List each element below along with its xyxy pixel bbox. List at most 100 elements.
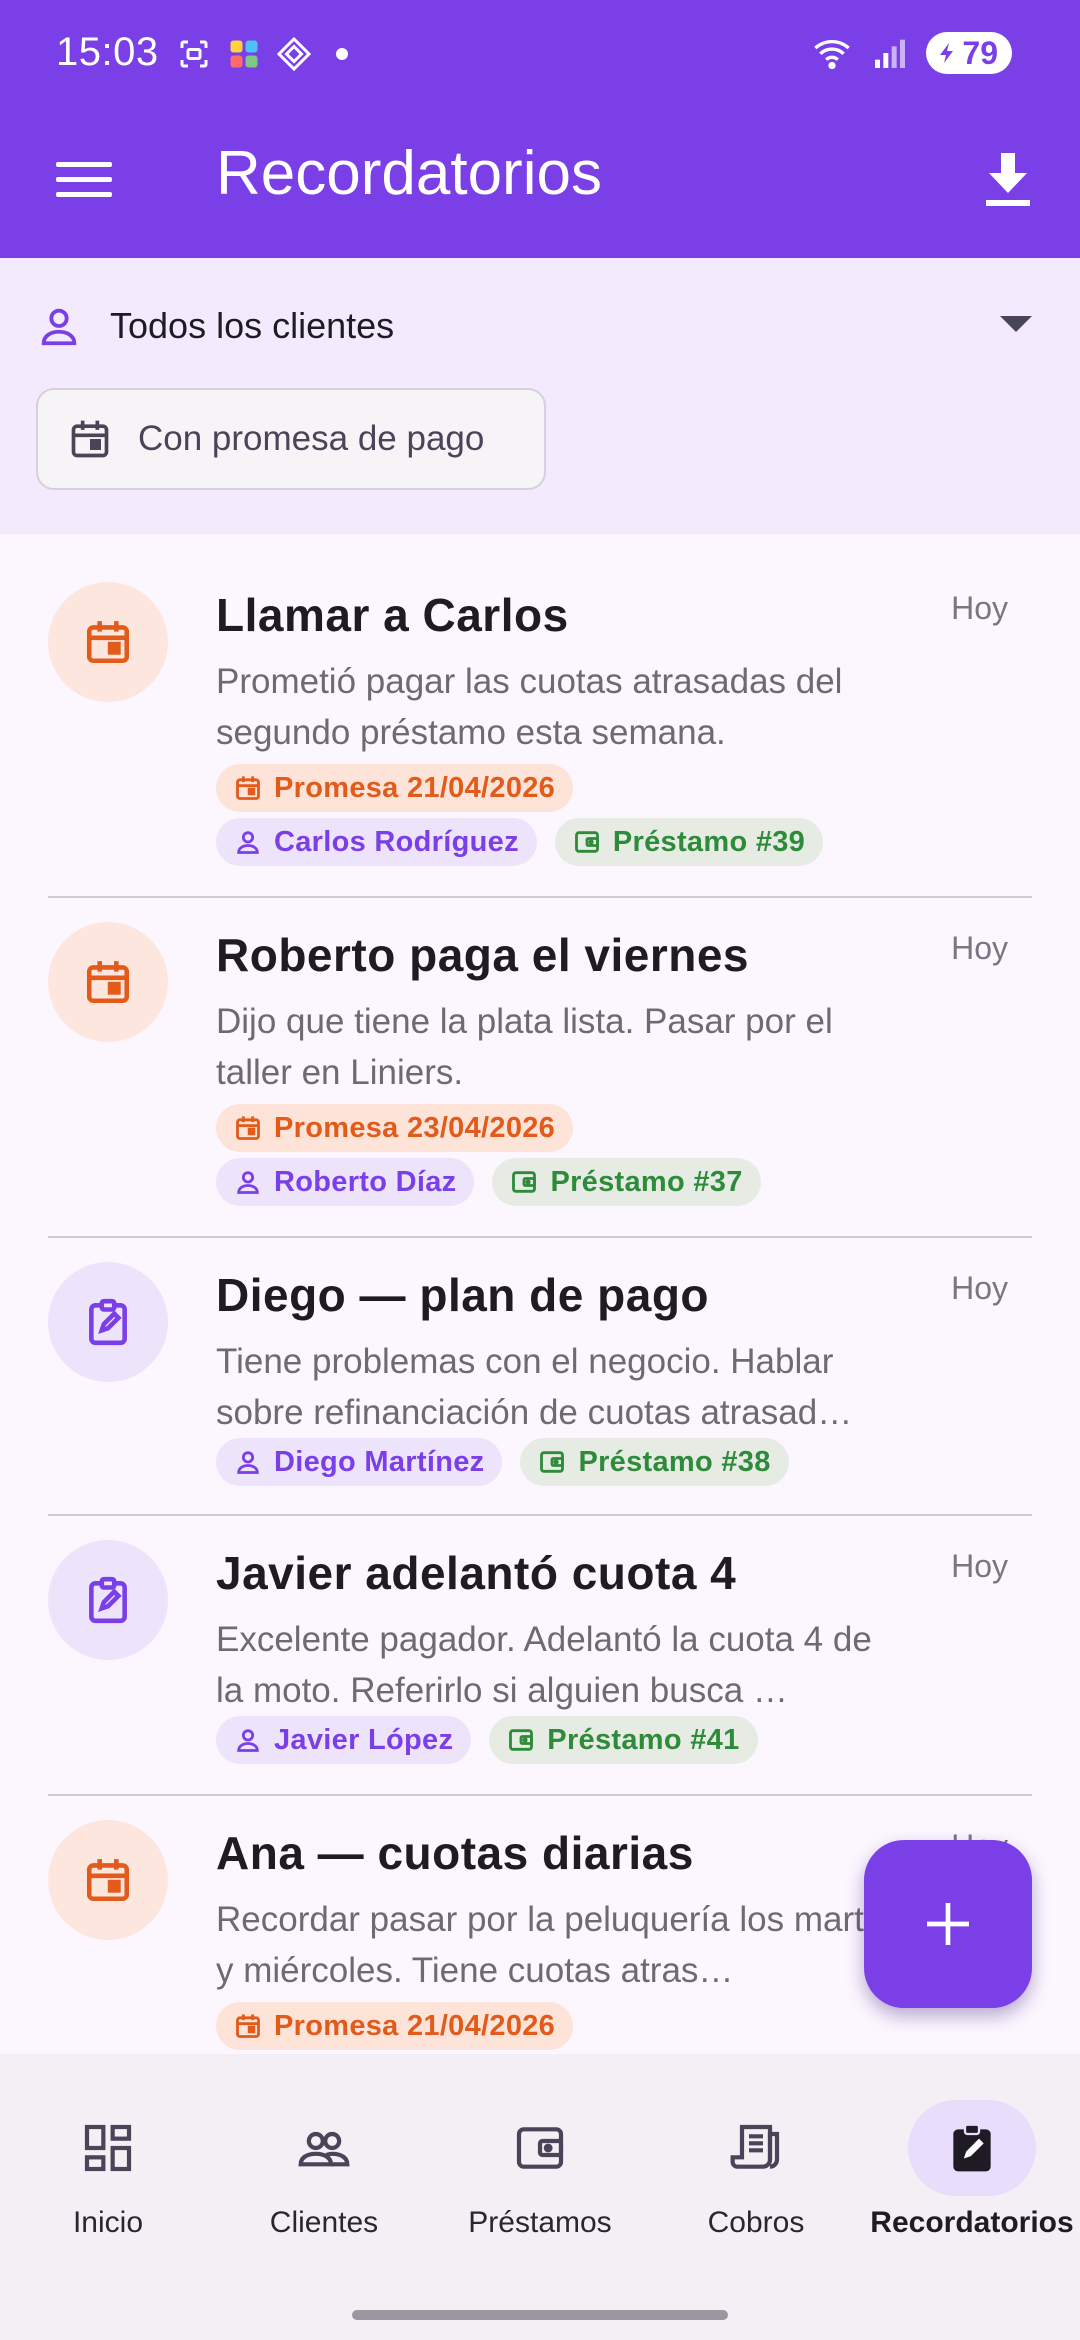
calendar-icon bbox=[71, 420, 109, 458]
promise-tag: Promesa 21/04/2026 bbox=[216, 2002, 574, 2050]
receipt-icon bbox=[692, 2100, 820, 2196]
reminder-description: Recordar pasar por la peluquería los mar… bbox=[216, 1900, 901, 1990]
reminder-date: Hoy bbox=[951, 930, 1008, 966]
screenshot-icon bbox=[180, 40, 208, 68]
nav-label: Préstamos bbox=[468, 2206, 612, 2239]
nav-label: Recordatorios bbox=[870, 2206, 1074, 2239]
diamond-icon bbox=[276, 36, 312, 72]
person-icon bbox=[237, 1451, 259, 1474]
reminder-date: Hoy bbox=[951, 1548, 1008, 1584]
reminder-avatar bbox=[48, 1540, 168, 1660]
status-system-icons: 79 bbox=[810, 32, 1012, 74]
wifi-icon bbox=[814, 40, 851, 70]
reminder-tags: Promesa 21/04/2026 bbox=[216, 2002, 574, 2050]
wallet-icon bbox=[540, 1451, 565, 1473]
reminder-avatar bbox=[48, 1262, 168, 1382]
reminder-title: Diego — plan de pago bbox=[216, 1269, 710, 1321]
person-icon bbox=[237, 1729, 259, 1752]
reminder-list: Llamar a Carlos Hoy Prometió pagar las c… bbox=[0, 534, 1080, 2054]
nav-label: Clientes bbox=[269, 2206, 379, 2239]
charging-bolt-icon bbox=[940, 43, 954, 63]
page-title: Recordatorios bbox=[216, 139, 602, 208]
client-tag[interactable]: Javier López bbox=[216, 1716, 472, 1764]
nav-item-inicio[interactable]: Inicio bbox=[0, 2054, 216, 2274]
dashboard-icon bbox=[44, 2100, 172, 2196]
wallet-icon bbox=[512, 1171, 537, 1193]
client-tag[interactable]: Carlos Rodríguez bbox=[216, 818, 537, 866]
wallet-icon bbox=[476, 2100, 604, 2196]
nav-label: Cobros bbox=[707, 2206, 805, 2239]
calendar-icon bbox=[236, 776, 260, 800]
status-bar: 15:03 79 bbox=[0, 0, 1080, 110]
loan-tag[interactable]: Préstamo #39 bbox=[554, 818, 824, 866]
calendar-icon bbox=[86, 621, 130, 664]
reminder-avatar bbox=[48, 922, 168, 1042]
download-icon bbox=[986, 153, 1030, 206]
signal-icon bbox=[875, 39, 906, 68]
reminder-description: Tiene problemas con el negocio. Hablar s… bbox=[216, 1342, 853, 1432]
reminder-title: Roberto paga el viernes bbox=[216, 929, 749, 981]
reminder-date: Hoy bbox=[951, 1270, 1008, 1306]
reminder-item[interactable]: Javier adelantó cuota 4 Hoy Excelente pa… bbox=[0, 1516, 1080, 1796]
reminder-links: Javier López Préstamo #41 bbox=[216, 1716, 758, 1764]
battery-level: 79 bbox=[962, 34, 998, 71]
promise-tag: Promesa 21/04/2026 bbox=[216, 764, 574, 812]
nav-item-recordatorios[interactable]: Recordatorios bbox=[864, 2054, 1080, 2274]
hamburger-menu-icon bbox=[56, 162, 112, 197]
promise-filter-label: Con promesa de pago bbox=[138, 419, 485, 458]
app-grid-icon bbox=[230, 40, 258, 68]
reminder-title: Llamar a Carlos bbox=[216, 589, 569, 641]
reminder-date: Hoy bbox=[951, 590, 1008, 626]
calendar-icon bbox=[86, 961, 130, 1004]
home-indicator[interactable] bbox=[352, 2310, 728, 2320]
menu-button[interactable] bbox=[44, 140, 124, 220]
reminder-description: Dijo que tiene la plata lista. Pasar por… bbox=[216, 1002, 833, 1092]
calendar-icon bbox=[236, 1116, 260, 1140]
reminder-tags: Promesa 23/04/2026 bbox=[216, 1104, 574, 1152]
reminder-avatar bbox=[48, 582, 168, 702]
reminder-item[interactable]: Llamar a Carlos Hoy Prometió pagar las c… bbox=[0, 534, 1080, 898]
client-tag[interactable]: Diego Martínez bbox=[216, 1438, 503, 1486]
person-icon bbox=[237, 831, 259, 854]
nav-item-clientes[interactable]: Clientes bbox=[216, 2054, 432, 2274]
loan-tag[interactable]: Préstamo #41 bbox=[489, 1716, 758, 1764]
wallet-icon bbox=[509, 1729, 534, 1751]
promise-filter-chip[interactable]: Con promesa de pago bbox=[36, 388, 546, 490]
person-icon bbox=[41, 308, 77, 346]
notification-dot bbox=[336, 48, 348, 60]
wallet-icon bbox=[574, 831, 599, 853]
calendar-icon bbox=[236, 2014, 260, 2038]
promise-tag: Promesa 23/04/2026 bbox=[216, 1104, 574, 1152]
people-icon bbox=[260, 2100, 388, 2196]
add-reminder-button[interactable] bbox=[864, 1840, 1032, 2008]
reminder-item[interactable]: Diego — plan de pago Hoy Tiene problemas… bbox=[0, 1238, 1080, 1516]
reminder-links: Carlos Rodríguez Préstamo #39 bbox=[216, 818, 824, 866]
filter-area: Todos los clientes Con promesa de pago bbox=[0, 258, 1080, 534]
reminder-title: Ana — cuotas diarias bbox=[216, 1827, 694, 1879]
edit-note-icon bbox=[89, 1298, 127, 1346]
reminder-tags: Promesa 21/04/2026 bbox=[216, 764, 574, 812]
nav-item-cobros[interactable]: Cobros bbox=[648, 2054, 864, 2274]
loan-tag[interactable]: Préstamo #37 bbox=[492, 1158, 761, 1206]
nav-label: Inicio bbox=[72, 2206, 144, 2239]
app-bar: Recordatorios bbox=[0, 110, 1080, 258]
reminder-description: Prometió pagar las cuotas atrasadas del … bbox=[216, 662, 843, 752]
calendar-icon bbox=[86, 1859, 130, 1902]
loan-tag[interactable]: Préstamo #38 bbox=[520, 1438, 789, 1486]
reminder-item[interactable]: Roberto paga el viernes Hoy Dijo que tie… bbox=[0, 898, 1080, 1238]
reminder-links: Roberto Díaz Préstamo #37 bbox=[216, 1158, 761, 1206]
client-filter-value: Todos los clientes bbox=[110, 305, 395, 346]
nav-item-prestamos[interactable]: Préstamos bbox=[432, 2054, 648, 2274]
reminder-links: Diego Martínez Préstamo #38 bbox=[216, 1438, 789, 1486]
status-time: 15:03 bbox=[56, 30, 159, 74]
status-notification-icons bbox=[176, 36, 348, 72]
client-tag[interactable]: Roberto Díaz bbox=[216, 1158, 475, 1206]
edit-note-icon bbox=[89, 1576, 127, 1624]
reminder-avatar bbox=[48, 1820, 168, 1940]
bottom-navigation: Inicio Clientes Préstamos Cobros Recorda… bbox=[0, 2054, 1080, 2340]
chevron-down-icon bbox=[1000, 316, 1032, 332]
client-filter-dropdown[interactable]: Todos los clientes bbox=[36, 288, 1044, 364]
download-button[interactable] bbox=[968, 140, 1048, 220]
person-icon bbox=[237, 1171, 259, 1194]
plus-icon bbox=[927, 1903, 969, 1945]
